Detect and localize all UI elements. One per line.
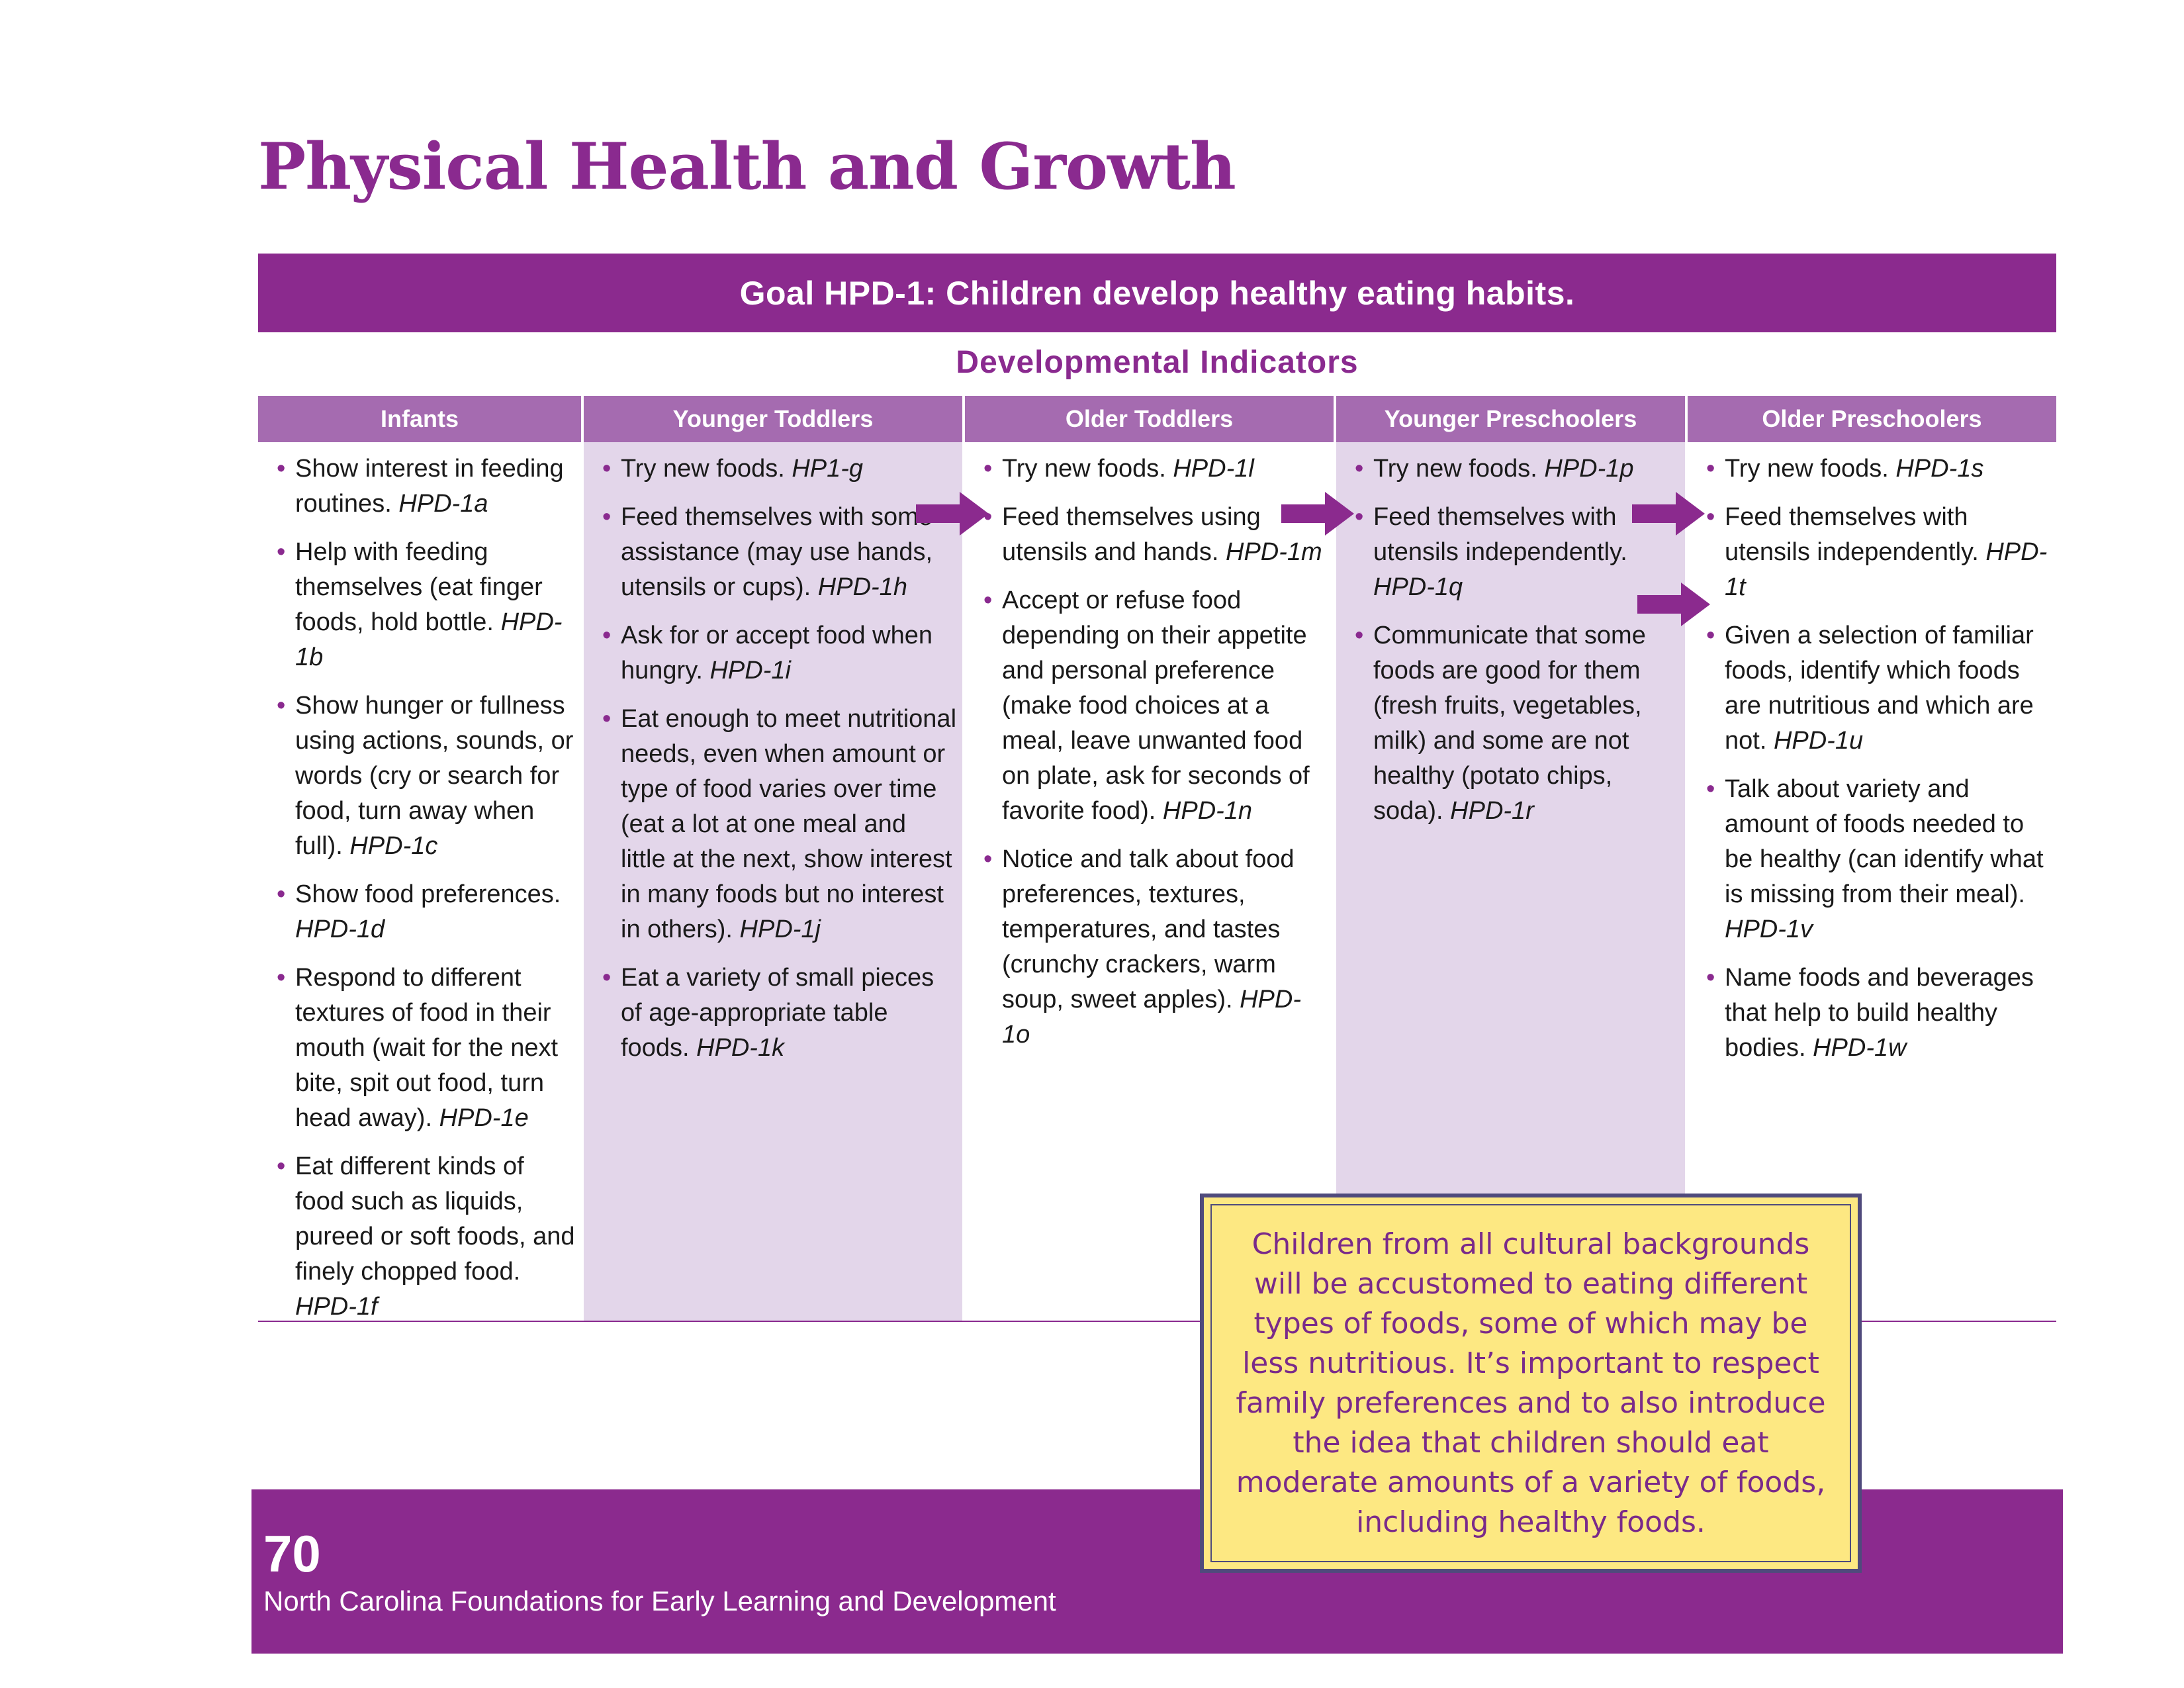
indicator-item: Accept or refuse food depending on their… [965, 583, 1328, 829]
indicator-item: Eat different kinds of food such as liqu… [258, 1149, 576, 1325]
indicator-code: HPD-1a [398, 490, 488, 518]
indicator-code: HPD-1v [1725, 915, 1813, 943]
column-infants: Show interest in feeding routines. HPD-1… [258, 442, 581, 1321]
indicator-text: Eat different kinds of food such as liqu… [295, 1152, 575, 1286]
indicator-code: HPD-1n [1162, 797, 1253, 825]
right-arrow-icon [1637, 583, 1710, 626]
indicator-item: Talk about variety and amount of foods n… [1688, 772, 2051, 947]
column-header-younger-preschoolers: Younger Preschoolers [1336, 396, 1685, 442]
indicator-text: Accept or refuse food depending on their… [1002, 586, 1310, 825]
section-heading: Developmental Indicators [956, 345, 1359, 380]
right-arrow-icon [916, 492, 989, 536]
indicator-item: Feed themselves using utensils and hands… [965, 500, 1328, 570]
indicator-item: Show interest in feeding routines. HPD-1… [258, 451, 576, 522]
indicator-item: Name foods and beverages that help to bu… [1688, 961, 2051, 1066]
indicator-text: Try new foods. [1002, 455, 1173, 483]
indicator-text: Try new foods. [621, 455, 792, 483]
indicator-code: HP1-g [792, 455, 864, 483]
indicator-item: Help with feeding themselves (eat finger… [258, 535, 576, 675]
indicator-text: Try new foods. [1725, 455, 1896, 483]
indicator-text: Feed themselves with utensils independen… [1725, 503, 1986, 566]
indicator-text: Show food preferences. [295, 880, 561, 908]
indicator-code: HPD-1h [817, 573, 907, 601]
indicator-item: Feed themselves with utensils independen… [1688, 500, 2051, 605]
indicator-item: Notice and talk about food preferences, … [965, 842, 1328, 1053]
indicator-code: HPD-1s [1895, 455, 1984, 483]
indicator-item: Try new foods. HPD-1l [965, 451, 1328, 487]
indicator-code: HPD-1d [295, 915, 385, 943]
indicator-item: Show hunger or fullness using actions, s… [258, 688, 576, 864]
indicator-code: HPD-1c [349, 832, 438, 860]
indicator-item: Respond to different textures of food in… [258, 961, 576, 1136]
column-header-younger-toddlers: Younger Toddlers [584, 396, 962, 442]
indicator-text: Feed themselves using utensils and hands… [1002, 503, 1261, 566]
note-text: Children from all cultural backgrounds w… [1236, 1227, 1826, 1539]
publication-title: North Carolina Foundations for Early Lea… [263, 1585, 1056, 1617]
indicator-code: HPD-1e [439, 1104, 529, 1132]
indicator-code: HPD-1r [1450, 797, 1534, 825]
column-older-preschoolers: Try new foods. HPD-1s Feed themselves wit… [1688, 442, 2056, 1194]
indicator-code: HPD-1q [1373, 573, 1463, 601]
indicator-item: Communicate that some foods are good for… [1336, 618, 1680, 829]
column-younger-preschoolers: Try new foods. HPD-1p Feed themselves wit… [1336, 442, 1685, 1194]
column-header-older-toddlers: Older Toddlers [965, 396, 1334, 442]
indicator-code: HPD-1m [1226, 538, 1322, 566]
indicator-item: Ask for or accept food when hungry. HPD-… [584, 618, 957, 688]
indicator-text: Try new foods. [1373, 455, 1545, 483]
indicator-code: HPD-1i [709, 657, 791, 684]
column-header-older-preschoolers: Older Preschoolers [1688, 396, 2056, 442]
column-older-toddlers: Try new foods. HPD-1l Feed themselves usi… [965, 442, 1334, 1321]
indicator-code: HPD-1j [739, 915, 821, 943]
indicator-item: Feed themselves with utensils independen… [1336, 500, 1680, 605]
indicator-text: Feed themselves with utensils independen… [1373, 503, 1627, 566]
indicator-text: Communicate that some foods are good for… [1373, 622, 1646, 825]
column-younger-toddlers: Try new foods. HP1-g Feed themselves with… [584, 442, 962, 1321]
indicator-item: Try new foods. HPD-1s [1688, 451, 2051, 487]
indicator-item: Show food preferences. HPD-1d [258, 877, 576, 947]
indicator-code: HPD-1k [696, 1034, 785, 1062]
indicator-item: Try new foods. HP1-g [584, 451, 957, 487]
indicator-text: Eat enough to meet nutritional needs, ev… [621, 705, 957, 943]
indicator-code: HPD-1u [1773, 727, 1864, 755]
indicator-text: Given a selection of familiar foods, ide… [1725, 622, 2034, 755]
indicator-item: Feed themselves with some assistance (ma… [584, 500, 957, 605]
right-arrow-icon [1632, 492, 1705, 536]
indicator-code: HPD-1l [1173, 455, 1254, 483]
indicator-code: HPD-1f [295, 1293, 378, 1321]
page-number: 70 [263, 1524, 321, 1583]
indicator-item: Given a selection of familiar foods, ide… [1688, 618, 2051, 759]
indicator-item: Eat a variety of small pieces of age-app… [584, 961, 957, 1066]
indicator-code: HPD-1w [1813, 1034, 1907, 1062]
page-title: Physical Health and Growth [258, 129, 1236, 204]
right-arrow-icon [1281, 492, 1354, 536]
column-header-infants: Infants [258, 396, 581, 442]
indicator-text: Talk about variety and amount of foods n… [1725, 775, 2044, 908]
goal-banner: Goal HPD-1: Children develop healthy eat… [258, 254, 2056, 332]
indicator-item: Eat enough to meet nutritional needs, ev… [584, 702, 957, 947]
note-callout: Children from all cultural backgrounds w… [1200, 1194, 1862, 1573]
indicator-item: Try new foods. HPD-1p [1336, 451, 1680, 487]
indicator-code: HPD-1p [1544, 455, 1634, 483]
